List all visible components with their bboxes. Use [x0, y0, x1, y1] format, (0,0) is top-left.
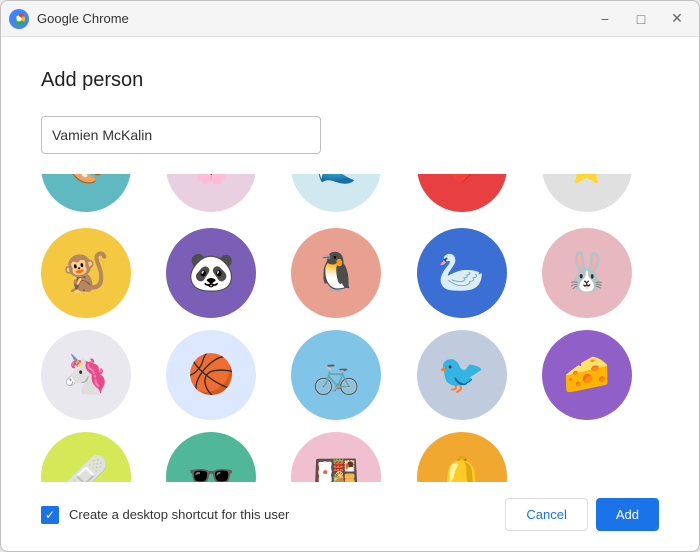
avatar-origami-bird[interactable]: 🦢 [417, 228, 507, 318]
avatar-section: 🎨 🌸 🌊 ❤️ ⭐ 🐒 🐼 🐧 🦢 🐰 🦄 🏀 🚲 🐦 🧀 🩹 🕶️ 🍱 🔔 [41, 174, 659, 482]
avatar-basketball[interactable]: 🏀 [166, 330, 256, 420]
avatar-grid: 🐒 🐼 🐧 🦢 🐰 🦄 🏀 🚲 🐦 🧀 🩹 🕶️ 🍱 🔔 [41, 224, 655, 482]
chrome-logo-icon [9, 9, 29, 29]
close-button[interactable]: ✕ [663, 5, 691, 33]
avatar-bell[interactable]: 🔔 [417, 432, 507, 482]
minimize-button[interactable]: − [591, 5, 619, 33]
cancel-button[interactable]: Cancel [505, 498, 587, 531]
avatar-panda[interactable]: 🐼 [166, 228, 256, 318]
avatar-sushi[interactable]: 🍱 [291, 432, 381, 482]
footer: ✓ Create a desktop shortcut for this use… [41, 482, 659, 531]
action-buttons: Cancel Add [505, 498, 659, 531]
window-title: Google Chrome [37, 11, 591, 26]
window-controls: − □ ✕ [591, 5, 691, 33]
checkmark-icon: ✓ [45, 509, 55, 521]
name-input[interactable] [41, 116, 321, 154]
avatar-grid-container[interactable]: 🎨 🌸 🌊 ❤️ ⭐ 🐒 🐼 🐧 🦢 🐰 🦄 🏀 🚲 🐦 🧀 🩹 🕶️ 🍱 🔔 [41, 174, 659, 482]
avatar-partial-4[interactable]: ❤️ [417, 174, 507, 212]
titlebar: Google Chrome − □ ✕ [1, 1, 699, 37]
desktop-shortcut-checkbox[interactable]: ✓ [41, 506, 59, 524]
checkbox-text: Create a desktop shortcut for this user [69, 507, 289, 522]
avatar-robin[interactable]: 🐦 [417, 330, 507, 420]
avatar-monkey[interactable]: 🐒 [41, 228, 131, 318]
avatar-bicycle[interactable]: 🚲 [291, 330, 381, 420]
avatar-unicorn[interactable]: 🦄 [41, 330, 131, 420]
avatar-sunglasses[interactable]: 🕶️ [166, 432, 256, 482]
add-button[interactable]: Add [596, 498, 659, 531]
avatar-partial-3[interactable]: 🌊 [291, 174, 381, 212]
avatar-origami-rabbit[interactable]: 🐰 [542, 228, 632, 318]
avatar-medkit[interactable]: 🩹 [41, 432, 131, 482]
avatar-penguin[interactable]: 🐧 [291, 228, 381, 318]
avatar-partial-5[interactable]: ⭐ [542, 174, 632, 212]
avatar-partial-1[interactable]: 🎨 [41, 174, 131, 212]
avatar-cheese[interactable]: 🧀 [542, 330, 632, 420]
maximize-button[interactable]: □ [627, 5, 655, 33]
chrome-window: Google Chrome − □ ✕ Add person 🎨 🌸 🌊 ❤️ … [0, 0, 700, 552]
desktop-shortcut-label[interactable]: ✓ Create a desktop shortcut for this use… [41, 506, 289, 524]
main-content: Add person 🎨 🌸 🌊 ❤️ ⭐ 🐒 🐼 🐧 🦢 🐰 🦄 🏀 🚲 🐦 🧀 🩹 🕶️ 🍱 🔔 [1, 37, 699, 551]
avatar-partial-2[interactable]: 🌸 [166, 174, 256, 212]
page-title: Add person [41, 69, 659, 92]
